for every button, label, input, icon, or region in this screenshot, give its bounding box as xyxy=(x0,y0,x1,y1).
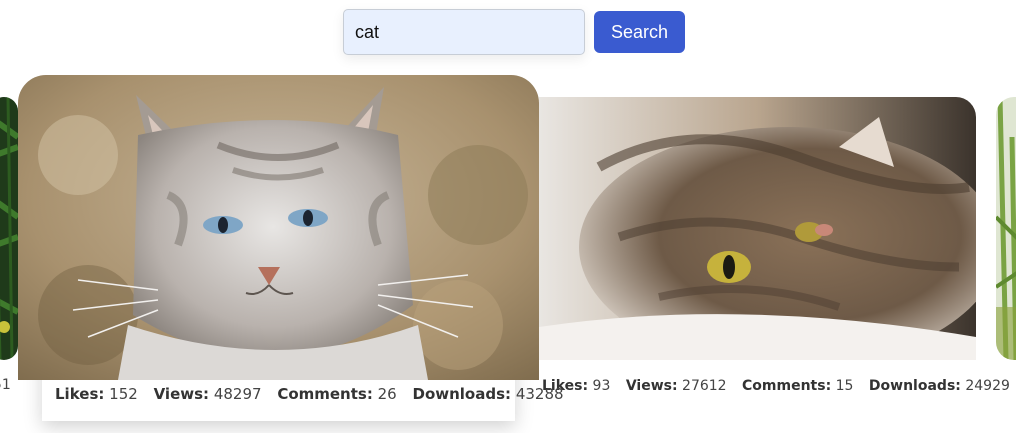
plant-photo[interactable] xyxy=(996,97,1016,360)
downloads-value: 43288 xyxy=(515,385,564,403)
views-value: 48297 xyxy=(213,385,262,403)
card-stats: Likes: 152 Views: 48297 Comments: 26 Dow… xyxy=(55,385,575,403)
search-form: Search xyxy=(343,9,685,55)
card-stats: Likes: 93 Views: 27612 Comments: 15 Down… xyxy=(542,378,1016,394)
card-stats: 751 xyxy=(0,377,11,393)
image-gallery-page: Search 751 xyxy=(0,0,1016,433)
downloads-label: Downloads: xyxy=(412,385,512,403)
comments-value: 15 xyxy=(835,378,854,394)
views-label: Views: xyxy=(153,385,210,403)
plant-photo[interactable] xyxy=(0,97,18,360)
downloads-value: 751 xyxy=(0,377,11,393)
downloads-value: 24929 xyxy=(965,378,1010,394)
likes-value: 152 xyxy=(109,385,138,403)
downloads-label: Downloads: xyxy=(868,378,961,394)
comments-label: Comments: xyxy=(277,385,373,403)
search-input[interactable] xyxy=(343,9,585,55)
tabby-cat-photo[interactable] xyxy=(539,97,976,360)
comments-value: 26 xyxy=(377,385,397,403)
comments-label: Comments: xyxy=(742,378,832,394)
likes-value: 93 xyxy=(592,378,611,394)
search-button[interactable]: Search xyxy=(594,11,685,53)
views-label: Views: xyxy=(625,378,678,394)
views-value: 27612 xyxy=(682,378,727,394)
grey-cat-photo[interactable] xyxy=(18,75,539,380)
likes-label: Likes: xyxy=(55,385,105,403)
